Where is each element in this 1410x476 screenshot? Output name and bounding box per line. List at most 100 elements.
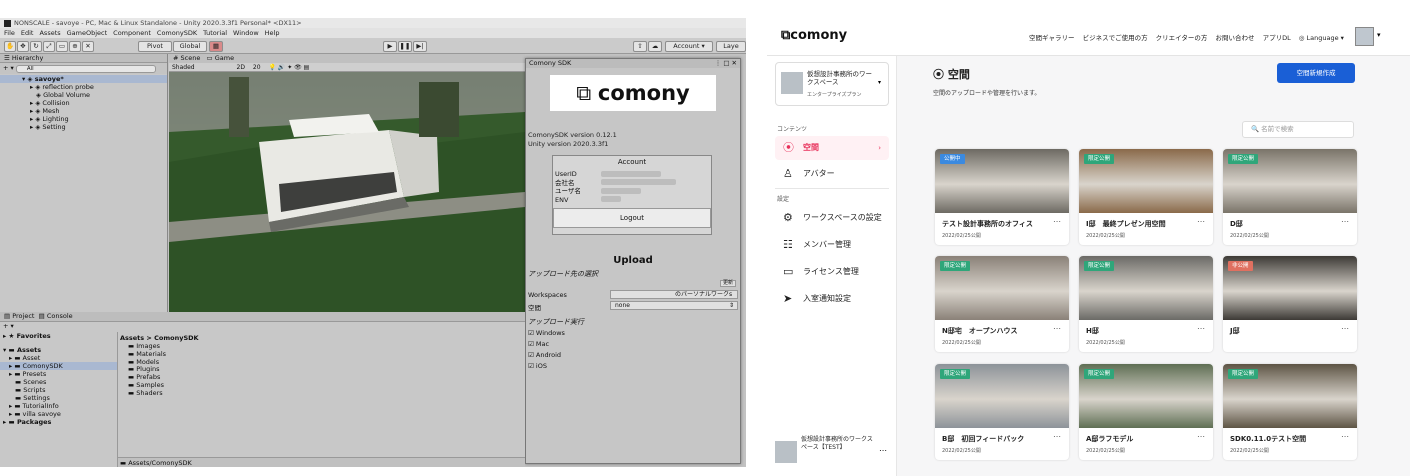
- tab-scene[interactable]: # Scene: [173, 54, 200, 62]
- tree-item-packages[interactable]: ▸ ▬ Packages: [0, 418, 117, 426]
- language-selector[interactable]: ◎ Language ▾: [1299, 34, 1344, 42]
- tree-item[interactable]: ▸ ▬ villa savoye: [0, 410, 117, 418]
- menu-assets[interactable]: Assets: [39, 29, 60, 37]
- space-card[interactable]: 限定公開 I邸 最終プレゼン用空間 2022/02/25公開 ⋯: [1079, 149, 1213, 245]
- more-icon[interactable]: ⋯: [1053, 432, 1061, 441]
- space-card[interactable]: 公開中 テスト設計事務所のオフィス 2022/02/25公開 ⋯: [935, 149, 1069, 245]
- hierarchy-item[interactable]: ▸ ◈ Mesh: [20, 107, 167, 115]
- space-card[interactable]: 限定公開 A邸ラフモデル 2022/02/25公開 ⋯: [1079, 364, 1213, 460]
- sidebar-item-workspace-settings[interactable]: ⚙ ワークスペースの設定: [775, 206, 889, 230]
- transform-tool-icon[interactable]: ⊕: [69, 41, 81, 52]
- menu-component[interactable]: Component: [113, 29, 151, 37]
- tab-game[interactable]: ▭ Game: [207, 54, 235, 62]
- rotate-tool-icon[interactable]: ↻: [30, 41, 42, 52]
- nav-creator[interactable]: クリエイターの方: [1156, 34, 1208, 42]
- move-tool-icon[interactable]: ✥: [17, 41, 29, 52]
- more-icon[interactable]: ⋯: [1341, 432, 1349, 441]
- more-icon[interactable]: ⋯: [879, 446, 887, 455]
- tree-item-selected[interactable]: ▸ ▬ ComonySDK: [0, 362, 117, 370]
- collab-icon[interactable]: ⇧: [633, 41, 647, 52]
- nav-app-download[interactable]: アプリDL: [1263, 34, 1291, 42]
- sidebar-item-members[interactable]: ☷ メンバー管理: [775, 233, 889, 257]
- grid-snap-icon[interactable]: ▦: [209, 41, 223, 52]
- scene-view[interactable]: # Scene ▭ Game Shaded 2D 20 💡 🔊 ✦ 👁 ▤: [169, 54, 525, 312]
- create-space-button[interactable]: 空間新規作成: [1277, 63, 1355, 83]
- menu-file[interactable]: File: [4, 29, 15, 37]
- nav-business[interactable]: ビジネスでご使用の方: [1083, 34, 1148, 42]
- close-icon[interactable]: ⋮ □ ✕: [715, 59, 737, 68]
- hierarchy-search-input[interactable]: All: [15, 65, 156, 73]
- search-input[interactable]: 🔍 名前で検索: [1242, 121, 1354, 138]
- hierarchy-item[interactable]: ▸ ◈ reflection probe: [20, 83, 167, 91]
- checkbox-android[interactable]: ☑ Android: [528, 350, 565, 361]
- hierarchy-item[interactable]: ▸ ◈ Setting: [20, 123, 167, 131]
- tree-item[interactable]: ▸ ▬ Asset: [0, 354, 117, 362]
- tab-console[interactable]: ▤ Console: [39, 312, 73, 320]
- chevron-down-icon[interactable]: ▾: [1377, 31, 1381, 39]
- more-icon[interactable]: ⋯: [1341, 217, 1349, 226]
- sidebar-item-license[interactable]: ▭ ライセンス管理: [775, 260, 889, 284]
- space-select[interactable]: none ⇕: [610, 301, 738, 310]
- tree-item[interactable]: ▬ Scripts: [0, 386, 117, 394]
- more-icon[interactable]: ⋯: [1053, 217, 1061, 226]
- sidebar-item-notifications[interactable]: ➤ 入室通知設定: [775, 287, 889, 311]
- more-icon[interactable]: ⋯: [1053, 324, 1061, 333]
- global-toggle[interactable]: Global: [173, 41, 207, 52]
- rect-tool-icon[interactable]: ▭: [56, 41, 68, 52]
- space-card[interactable]: 限定公開 B邸 初回フィードバック 2022/02/25公開 ⋯: [935, 364, 1069, 460]
- workspace-switcher[interactable]: 仮想設計事務所のワークスペース エンタープライズプラン ▾: [775, 62, 889, 106]
- hierarchy-item[interactable]: ▸ ◈ Lighting: [20, 115, 167, 123]
- 2d-toggle[interactable]: 2D: [237, 64, 245, 71]
- custom-tool-icon[interactable]: ✕: [82, 41, 94, 52]
- bottom-workspace[interactable]: 仮想設計事務所のワークスペース【TEST】 ⋯: [775, 434, 889, 470]
- space-card[interactable]: 限定公開 N邸宅 オープンハウス 2022/02/25公開 ⋯: [935, 256, 1069, 352]
- folder-item[interactable]: ▬ Shaders: [128, 389, 166, 398]
- lighting-icon[interactable]: 💡 🔊 ✦ 👁 ▤: [268, 64, 309, 71]
- more-icon[interactable]: ⋯: [1197, 217, 1205, 226]
- step-icon[interactable]: ▶|: [413, 41, 427, 52]
- pivot-toggle[interactable]: Pivot: [138, 41, 172, 52]
- tree-item-assets[interactable]: ▾ ▬ Assets: [0, 346, 117, 354]
- shading-dropdown[interactable]: Shaded: [172, 64, 195, 71]
- nav-contact[interactable]: お問い合わせ: [1215, 34, 1254, 42]
- favorites-item[interactable]: ▸ ★ Favorites: [0, 332, 117, 340]
- play-icon[interactable]: ▶: [383, 41, 397, 52]
- tree-item[interactable]: ▬ Scenes: [0, 378, 117, 386]
- space-card[interactable]: 限定公開 SDK0.11.0テスト空間 2022/02/25公開 ⋯: [1223, 364, 1357, 460]
- space-card[interactable]: 限定公開 D邸 2022/02/25公開 ⋯: [1223, 149, 1357, 245]
- checkbox-mac[interactable]: ☑ Mac: [528, 339, 565, 350]
- more-icon[interactable]: ⋯: [1341, 324, 1349, 333]
- menu-gameobject[interactable]: GameObject: [67, 29, 108, 37]
- nav-gallery[interactable]: 空間ギャラリー: [1029, 34, 1075, 42]
- sidebar-item-spaces[interactable]: ⦿ 空間 ›: [775, 136, 889, 160]
- pause-icon[interactable]: ❚❚: [398, 41, 412, 52]
- hierarchy-item[interactable]: ◈ Global Volume: [20, 91, 167, 99]
- checkbox-windows[interactable]: ☑ Windows: [528, 328, 565, 339]
- menu-comonysdk[interactable]: ComonySDK: [157, 29, 197, 37]
- logout-button[interactable]: Logout: [553, 208, 711, 228]
- menu-help[interactable]: Help: [265, 29, 280, 37]
- refresh-button[interactable]: 更新: [719, 280, 736, 287]
- more-icon[interactable]: ⋯: [1197, 432, 1205, 441]
- space-card[interactable]: 限定公開 H邸 2022/02/25公開 ⋯: [1079, 256, 1213, 352]
- workspaces-select[interactable]: のパーソナルワークs: [610, 290, 738, 299]
- sidebar-item-avatar[interactable]: ♙ アバター: [775, 162, 889, 186]
- user-avatar[interactable]: [1355, 27, 1374, 46]
- account-dropdown[interactable]: Account ▾: [665, 41, 713, 52]
- hierarchy-item[interactable]: ▾ ◈ savoye*: [0, 75, 167, 83]
- menu-tutorial[interactable]: Tutorial: [203, 29, 227, 37]
- space-card[interactable]: 非公開 J邸 ⋯: [1223, 256, 1357, 352]
- hierarchy-item[interactable]: ▸ ◈ Collision: [20, 99, 167, 107]
- tab-project[interactable]: ▤ Project: [4, 312, 34, 320]
- cloud-icon[interactable]: ☁: [648, 41, 662, 52]
- hand-tool-icon[interactable]: ✋: [4, 41, 16, 52]
- tree-item[interactable]: ▸ ▬ Presets: [0, 370, 117, 378]
- comony-logo[interactable]: ⧉comony: [781, 28, 847, 43]
- checkbox-ios[interactable]: ☑ iOS: [528, 361, 565, 372]
- scale-tool-icon[interactable]: ⤢: [43, 41, 55, 52]
- menu-edit[interactable]: Edit: [21, 29, 34, 37]
- menu-window[interactable]: Window: [233, 29, 259, 37]
- tree-item[interactable]: ▸ ▬ TutorialInfo: [0, 402, 117, 410]
- more-icon[interactable]: ⋯: [1197, 324, 1205, 333]
- tree-item[interactable]: ▬ Settings: [0, 394, 117, 402]
